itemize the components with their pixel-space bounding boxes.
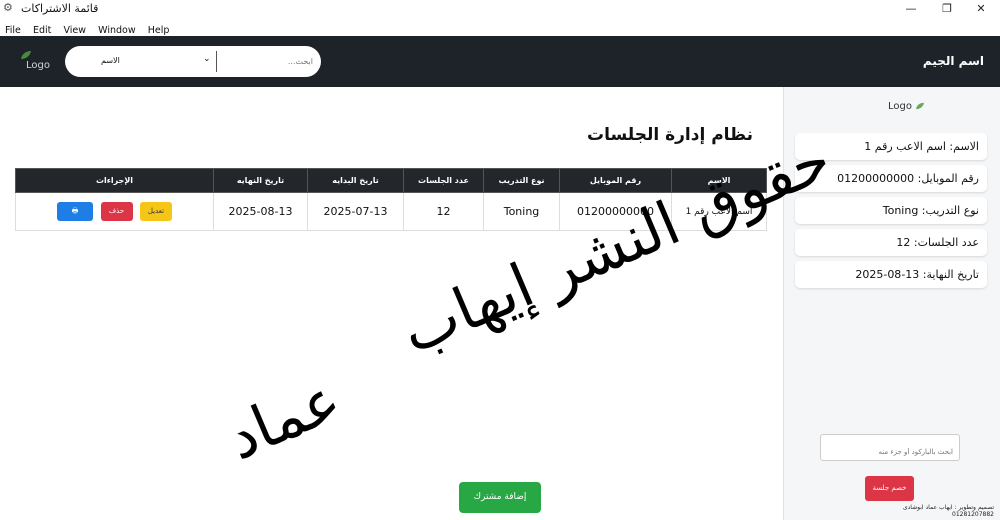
cell-mobile: 01200000000 bbox=[559, 192, 672, 231]
info-card-training: نوع التدريب: Toning bbox=[795, 197, 987, 224]
column-header-name: الاسم bbox=[671, 168, 767, 193]
chevron-down-icon: ⌄ bbox=[203, 54, 211, 64]
sidebar-logo: Logo bbox=[888, 101, 925, 112]
developer-credit-phone: 01281207882 bbox=[952, 511, 994, 518]
column-header-sessions: عدد الجلسات bbox=[403, 168, 484, 193]
cell-sessions: 12 bbox=[403, 192, 484, 231]
close-button[interactable]: ✕ bbox=[968, 0, 994, 18]
table-header-row: الاسم رقم الموبايل نوع التدريب عدد الجلس… bbox=[15, 168, 767, 193]
app-header: Logo الاسم ⌄ اسم الجيم bbox=[0, 36, 1000, 87]
cell-actions: تعديل حذف 🖶 bbox=[15, 192, 214, 231]
window-title: قائمة الاشتراكات bbox=[21, 2, 99, 15]
info-card-end-date: تاريخ النهاية: 13-08-2025 bbox=[795, 261, 987, 288]
sidebar-logo-text: Logo bbox=[888, 101, 912, 112]
deduct-session-button[interactable]: خصم جلسة bbox=[865, 476, 914, 501]
logo-leaf-icon bbox=[21, 51, 31, 59]
delete-button[interactable]: حذف bbox=[100, 202, 133, 221]
cell-name: اسم الاعب رقم 1 bbox=[671, 192, 767, 231]
page-title: نظام إدارة الجلسات bbox=[587, 125, 753, 145]
sessions-table: الاسم رقم الموبايل نوع التدريب عدد الجلس… bbox=[15, 168, 767, 231]
cell-end: 2025-08-13 bbox=[213, 192, 308, 231]
app-gear-icon: ⚙ bbox=[3, 1, 13, 14]
info-card-sessions: عدد الجلسات: 12 bbox=[795, 229, 987, 256]
column-header-start: تاريخ البدايه bbox=[307, 168, 404, 193]
info-card-name: الاسم: اسم الاعب رقم 1 bbox=[795, 133, 987, 160]
search-field-value: الاسم bbox=[101, 56, 120, 65]
column-header-mobile: رقم الموبايل bbox=[559, 168, 672, 193]
developer-credit: تصميم وتطوير : ايهاب عماد ابوشادى 012812… bbox=[886, 504, 994, 518]
header-logo-text: Logo bbox=[26, 60, 50, 71]
menu-bar: File Edit View Window Help bbox=[0, 18, 1000, 36]
watermark-line-2: عماد bbox=[217, 364, 351, 474]
print-button[interactable]: 🖶 bbox=[57, 202, 93, 221]
watermark-line-1: حقوق النشر إيهاب bbox=[391, 124, 841, 368]
cell-start: 2025-07-13 bbox=[307, 192, 404, 231]
barcode-search-input[interactable] bbox=[820, 434, 960, 461]
info-card-mobile: رقم الموبايل: 01200000000 bbox=[795, 165, 987, 192]
edit-button[interactable]: تعديل bbox=[140, 202, 172, 221]
table-row[interactable]: اسم الاعب رقم 1 01200000000 Toning 12 20… bbox=[15, 192, 767, 231]
gym-name: اسم الجيم bbox=[922, 54, 984, 68]
developer-credit-name: تصميم وتطوير : ايهاب عماد ابوشادى bbox=[902, 504, 994, 511]
search-input[interactable] bbox=[221, 52, 321, 70]
window-titlebar: ⚙ قائمة الاشتراكات — ❐ ✕ bbox=[0, 0, 1000, 18]
column-header-actions: الإجراءات bbox=[15, 168, 214, 193]
minimize-button[interactable]: — bbox=[898, 0, 924, 18]
column-header-end: تاريخ النهايه bbox=[213, 168, 308, 193]
cell-training: Toning bbox=[483, 192, 560, 231]
maximize-button[interactable]: ❐ bbox=[934, 0, 960, 18]
header-logo: Logo bbox=[20, 50, 50, 74]
search-field-select[interactable]: الاسم ⌄ bbox=[75, 51, 217, 72]
logo-leaf-icon bbox=[916, 102, 925, 110]
column-header-training: نوع التدريب bbox=[483, 168, 560, 193]
add-member-button[interactable]: إضافة مشترك bbox=[459, 482, 541, 513]
search-bar: الاسم ⌄ bbox=[65, 46, 321, 77]
